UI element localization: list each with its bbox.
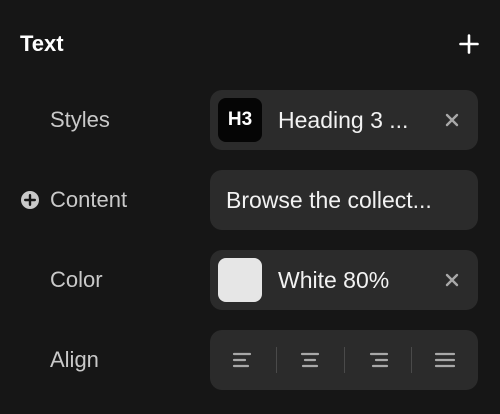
plus-icon [459, 34, 479, 54]
align-right-button[interactable] [345, 330, 411, 390]
align-right-icon [369, 352, 388, 368]
align-left-icon [233, 352, 252, 368]
styles-row: Styles H3 Heading 3 ... [0, 90, 500, 150]
clear-color-button[interactable] [438, 266, 466, 294]
align-left-button[interactable] [210, 330, 276, 390]
styles-value: Heading 3 ... [278, 106, 409, 133]
content-label: Content [50, 187, 128, 212]
content-row: Content Browse the collect... [0, 170, 500, 230]
section-title: Text [20, 31, 64, 56]
color-select[interactable]: White 80% [210, 250, 478, 310]
align-center-icon [301, 352, 320, 368]
text-properties-panel: Text Styles H3 Heading 3 ... Content Bro… [0, 0, 500, 414]
content-field[interactable]: Browse the collect... [210, 170, 478, 230]
styles-label: Styles [50, 107, 110, 132]
align-justify-button[interactable] [412, 330, 478, 390]
align-justify-icon [434, 352, 455, 368]
color-swatch[interactable] [218, 258, 262, 302]
align-segmented-control [210, 330, 478, 390]
align-row: Align [0, 330, 500, 390]
add-button[interactable] [456, 31, 482, 57]
clear-style-button[interactable] [438, 106, 466, 134]
color-label: Color [50, 267, 103, 292]
styles-select[interactable]: H3 Heading 3 ... [210, 90, 478, 150]
color-value: White 80% [278, 266, 390, 293]
close-icon [445, 113, 459, 127]
content-value: Browse the collect... [226, 186, 432, 213]
heading-badge: H3 [218, 98, 262, 142]
align-center-button[interactable] [277, 330, 343, 390]
plus-circle-icon [21, 191, 39, 209]
section-header: Text [20, 26, 482, 62]
add-content-button[interactable] [20, 190, 40, 210]
close-icon [445, 273, 459, 287]
align-label: Align [50, 347, 99, 372]
color-row: Color White 80% [0, 250, 500, 310]
